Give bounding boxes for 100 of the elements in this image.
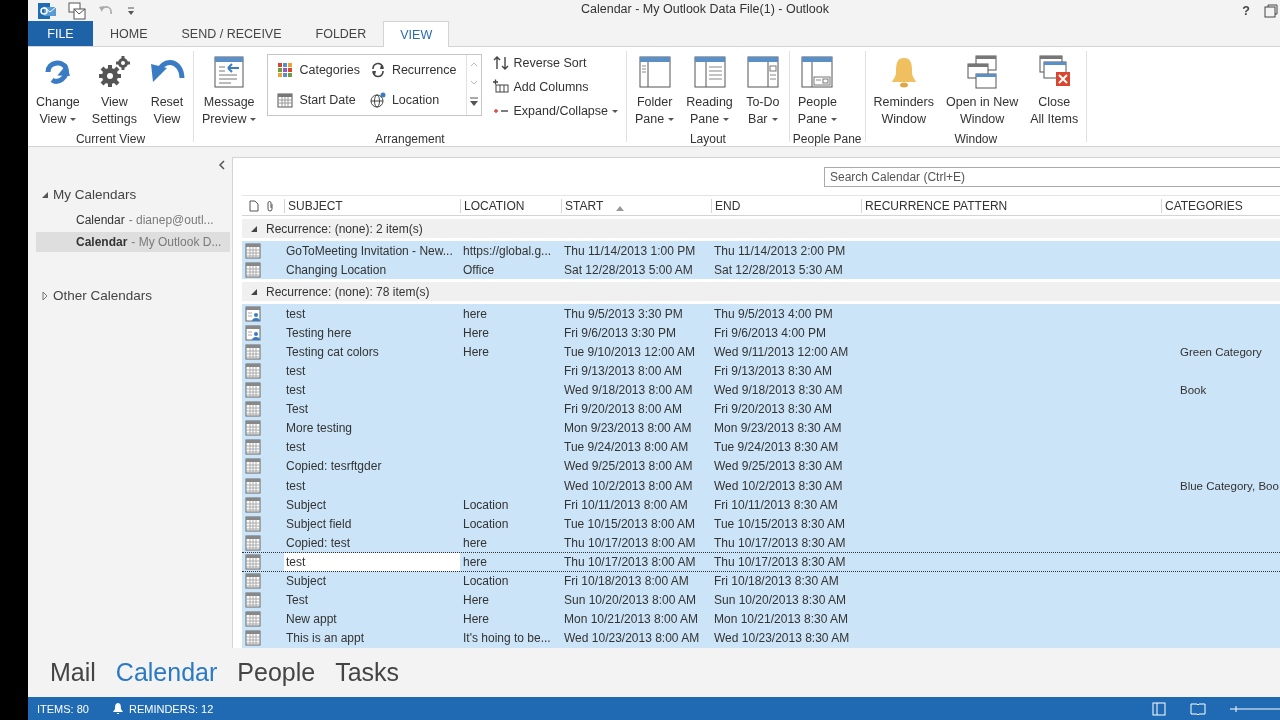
table-cell-text: Subject — [285, 573, 328, 591]
column-header[interactable]: CATEGORIES — [1161, 198, 1280, 213]
table-cell-text: Sat 12/28/2013 5:00 AM — [563, 262, 694, 277]
table-row[interactable]: More testing Mon 9/23/2013 8:00 AM Mon 9/23/2013 8:30 AM — [242, 418, 1280, 438]
table-cell-text: Subject field — [285, 515, 353, 533]
column-header[interactable]: RECURRENCE PATTERN — [861, 198, 1161, 213]
calendar-item[interactable]: Calendar - dianep@outl... — [36, 210, 230, 230]
ribbon-command[interactable]: Add Columns — [487, 75, 624, 99]
ribbon-button[interactable]: View Settings — [86, 51, 142, 131]
ribbon-command[interactable]: Reverse Sort — [487, 51, 624, 75]
table-cell-text: Mon 10/21/2013 8:30 AM — [713, 612, 850, 627]
expanded-triangle-icon[interactable] — [250, 224, 258, 233]
table-row[interactable]: This is an appt It's hoing to be... Wed 10/23/2013 8:00 AM Wed 10/23/2013 8:30 AM — [242, 628, 1280, 648]
table-cell-text: test — [285, 477, 307, 495]
search-field[interactable]: Search Calendar (Ctrl+E) — [824, 167, 1280, 187]
table-row[interactable]: Copied: tesrftgder Wed 9/25/2013 8:00 AM Wed 9/25/2013 8:30 AM — [242, 456, 1280, 477]
gallery-item[interactable]: Start Date — [272, 88, 365, 112]
table-row[interactable]: test Wed 10/2/2013 8:00 AM Wed 10/2/2013 8:30 AM Blue Category, Boo — [242, 476, 1280, 496]
table-cell-text: Test — [285, 401, 309, 419]
file-tab[interactable]: FILE — [28, 21, 93, 46]
table-row[interactable]: Subject Location Fri 10/18/2013 8:00 AM Fri 10/18/2013 8:30 AM — [242, 571, 1280, 591]
ribbon-button[interactable]: Reading Pane — [681, 51, 738, 131]
group-header[interactable]: Recurrence: (none): 2 item(s) — [266, 221, 423, 236]
ribbon-tab[interactable]: VIEW — [383, 21, 450, 47]
table-row[interactable]: Testing here Here Fri 9/6/2013 3:30 PM Fri 9/6/2013 4:00 PM — [242, 323, 1280, 343]
ribbon-button[interactable]: Message Preview — [196, 51, 262, 131]
table-row[interactable]: New appt Here Mon 10/21/2013 8:00 AM Mon 10/21/2013 8:30 AM — [242, 609, 1280, 629]
nav-link[interactable]: Calendar — [115, 658, 218, 687]
section-header[interactable]: My Calendars — [53, 187, 137, 202]
column-header[interactable]: START — [561, 198, 711, 213]
nav-link[interactable]: People — [237, 658, 316, 687]
sort-ascending-icon — [615, 204, 625, 211]
pane-layout-icon — [691, 54, 728, 90]
collapsed-triangle-icon[interactable] — [41, 290, 49, 301]
ribbon-tab[interactable]: HOME — [93, 21, 165, 46]
table-row[interactable]: Subject field Location Tue 10/15/2013 8:00 AM Tue 10/15/2013 8:30 AM — [242, 514, 1280, 534]
send-receive-icon[interactable] — [68, 1, 86, 20]
table-cell-text: Fri 9/13/2013 8:00 AM — [563, 364, 684, 378]
table-cell-text: Fri 9/6/2013 3:30 PM — [563, 325, 678, 340]
table-row[interactable]: Test Here Sun 10/20/2013 8:00 AM Sun 10/20/2013 8:30 AM — [242, 590, 1280, 610]
normal-view-icon[interactable] — [1152, 701, 1166, 716]
calendar-item[interactable]: Calendar - My Outlook D... — [36, 232, 230, 252]
table-cell-text: Tue 9/24/2013 8:00 AM — [563, 440, 690, 455]
group-header[interactable]: Recurrence: (none): 78 item(s) — [266, 284, 430, 299]
ribbon-button[interactable]: Open in New Window — [941, 51, 1024, 131]
column-header[interactable]: END — [711, 198, 861, 213]
table-cell-text: Here — [462, 593, 490, 608]
table-cell-text: Tue 10/15/2013 8:00 AM — [563, 516, 696, 531]
ribbon-button[interactable]: Reminders Window — [868, 51, 939, 131]
ribbon-button[interactable]: People Pane — [792, 51, 842, 131]
table-cell-text: This is an appt — [285, 630, 366, 648]
table-cell-text: Thu 11/14/2013 2:00 PM — [713, 243, 847, 258]
table-row[interactable]: Changing Location Office Sat 12/28/2013 5:00 AM Sat 12/28/2013 5:30 AM — [242, 260, 1280, 280]
table-row[interactable]: test Fri 9/13/2013 8:00 AM Fri 9/13/2013 8:30 AM — [242, 361, 1280, 381]
table-cell-text: Book — [1179, 384, 1208, 397]
ribbon-button[interactable]: Close All Items — [1025, 51, 1084, 131]
ribbon-button[interactable]: To-Do Bar — [739, 51, 786, 131]
expanded-triangle-icon[interactable] — [250, 287, 258, 296]
group-label: People Pane — [792, 131, 862, 147]
table-cell-text: Here — [462, 325, 490, 340]
ribbon-command[interactable]: Expand/Collapse — [487, 99, 624, 123]
restore-window-icon[interactable] — [1264, 3, 1278, 18]
table-row[interactable]: test Tue 9/24/2013 8:00 AM Tue 9/24/2013 8:30 AM — [242, 437, 1280, 457]
table-cell-text: Wed 9/18/2013 8:30 AM — [713, 383, 844, 398]
table-row[interactable]: GoToMeeting Invitation - New... https://global.g... Thu 11/14/2013 1:00 PM Thu 11/14/2013 2:00 PM — [242, 241, 1280, 261]
table-row[interactable]: Test Fri 9/20/2013 8:00 AM Fri 9/20/2013 8:30 AM — [242, 399, 1280, 419]
ribbon-tab[interactable]: FOLDER — [298, 21, 384, 46]
table-cell-text: Location — [462, 516, 510, 531]
app-logo-icon[interactable] — [38, 1, 56, 20]
items-count: ITEMS: 80 — [37, 702, 89, 715]
gallery-item[interactable]: Recurrence — [364, 58, 462, 82]
table-row[interactable]: Subject Location Fri 10/11/2013 8:00 AM Fri 10/11/2013 8:30 AM — [242, 495, 1280, 515]
ribbon-button[interactable]: Change View — [31, 51, 85, 131]
reading-view-icon[interactable] — [1190, 701, 1206, 716]
help-button[interactable]: ? — [1242, 3, 1250, 18]
gallery-item[interactable]: Categories — [272, 58, 365, 82]
table-cell-text: Thu 9/5/2013 4:00 PM — [713, 306, 834, 321]
table-cell-text: here — [462, 306, 489, 321]
table-cell-text: Changing Location — [285, 261, 388, 279]
section-header[interactable]: Other Calendars — [53, 288, 153, 303]
table-row[interactable]: test here Thu 9/5/2013 3:30 PM Thu 9/5/2013 4:00 PM — [242, 304, 1280, 324]
ribbon-button[interactable]: Folder Pane — [630, 51, 680, 131]
pane-layout-icon — [799, 54, 836, 90]
column-header[interactable]: SUBJECT — [284, 198, 460, 213]
table-cell-text: Testing cat colors — [285, 343, 380, 361]
gallery-item[interactable]: Location — [364, 88, 462, 112]
table-cell-text: Wed 10/2/2013 8:30 AM — [713, 478, 844, 493]
ribbon-tab[interactable]: SEND / RECEIVE — [164, 21, 299, 46]
nav-link[interactable]: Tasks — [335, 658, 400, 687]
table-row[interactable]: Testing cat colors Here Tue 9/10/2013 12:00 AM Wed 9/11/2013 12:00 AM Green Category — [242, 342, 1280, 362]
table-row[interactable]: test Wed 9/18/2013 8:00 AM Wed 9/18/2013 8:30 AM Book — [242, 380, 1280, 400]
expanded-triangle-icon[interactable] — [41, 190, 49, 199]
table-row[interactable]: Copied: test here Thu 10/17/2013 8:00 AM Thu 10/17/2013 8:30 AM — [242, 533, 1280, 553]
column-header[interactable]: LOCATION — [460, 198, 561, 213]
collapse-chevron-icon[interactable] — [218, 160, 226, 170]
ribbon-button[interactable]: Reset View — [143, 51, 190, 131]
customize-dropdown-icon[interactable] — [126, 4, 136, 17]
nav-link[interactable]: Mail — [50, 658, 96, 687]
add-columns-icon — [492, 79, 509, 95]
table-row[interactable]: test here Thu 10/17/2013 8:00 AM Thu 10/17/2013 8:30 AM — [242, 552, 1280, 572]
